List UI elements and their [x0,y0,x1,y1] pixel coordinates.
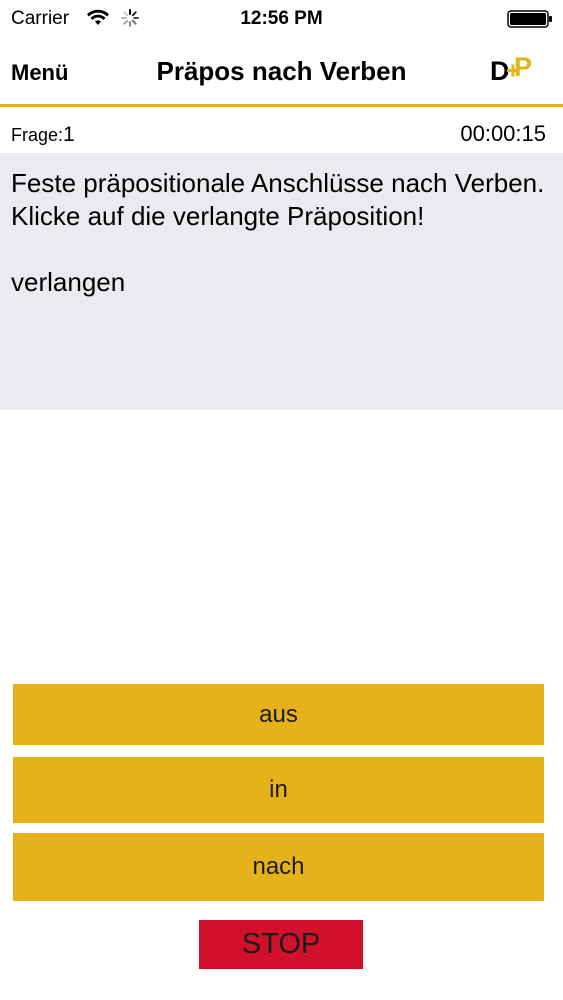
timer: 00:00:15 [460,121,546,146]
battery-icon [507,10,552,28]
question-counter: Frage:1 [11,123,75,147]
nav-bar: Menü Präpos nach Verben D P [0,40,563,107]
frage-label: Frage: [11,125,64,145]
logo-letter-p: P [514,52,532,82]
question-text: Feste präpositionale Anschlüsse nach Ver… [11,168,545,297]
status-bar: Carrier 12:56 PM [0,0,563,40]
status-time: 12:56 PM [240,8,323,29]
answer-button-aus[interactable]: aus [13,684,544,745]
answer-button-nach[interactable]: nach [13,833,544,901]
dp-logo-icon: D P [490,52,532,86]
page-title: Präpos nach Verben [156,56,407,86]
stop-button[interactable]: STOP [199,920,363,969]
frage-number: 1 [63,123,75,146]
question-box: Feste präpositionale Anschlüsse nach Ver… [0,153,563,410]
logo-letter-d: D [490,56,510,86]
quiz-info-row: Frage:1 00:00:15 [0,107,563,153]
answer-button-in[interactable]: in [13,757,544,823]
